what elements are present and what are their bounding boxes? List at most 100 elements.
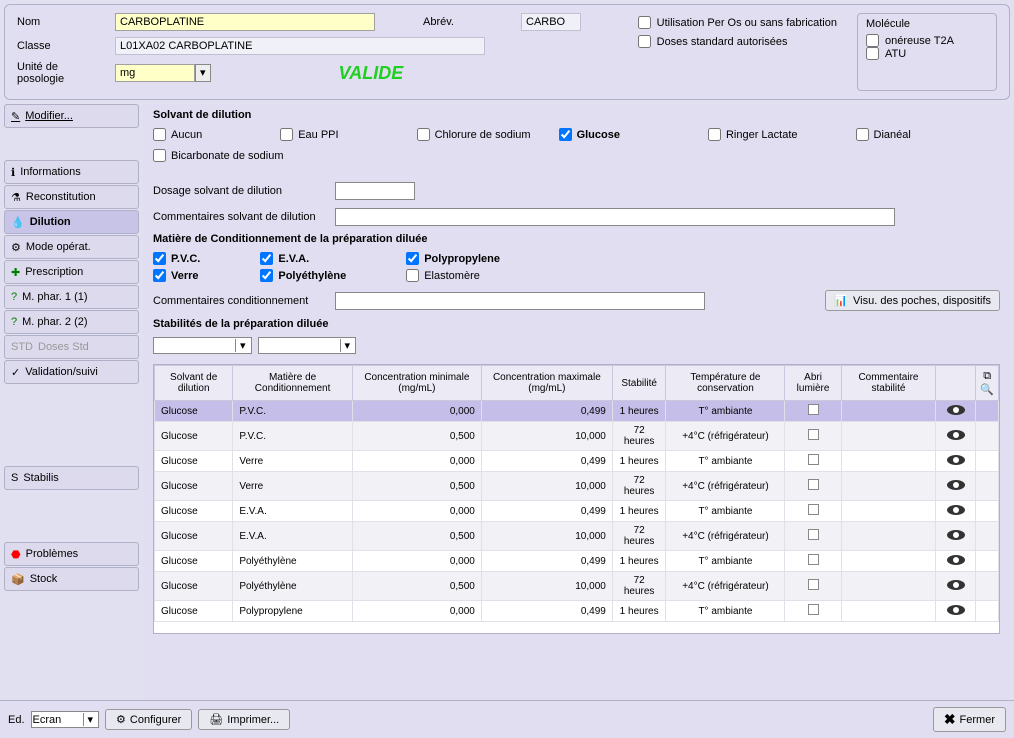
- chart-icon: 📊: [834, 294, 848, 307]
- aucun-checkbox[interactable]: [153, 128, 166, 141]
- stabilites-table: Solvant de dilution Matière de Condition…: [153, 364, 1000, 634]
- package-icon: 📦: [11, 573, 25, 586]
- sidebar-stabilis[interactable]: SStabilis: [4, 466, 139, 490]
- plus-icon: ✚: [11, 266, 20, 279]
- eye-icon: [947, 580, 965, 590]
- col-abri[interactable]: Abri lumière: [785, 366, 841, 401]
- atu-checkbox[interactable]: [866, 47, 879, 60]
- utilisation-checkbox[interactable]: [638, 16, 651, 29]
- sidebar-reconstitution[interactable]: ⚗Reconstitution: [4, 185, 139, 209]
- eau-ppi-checkbox[interactable]: [280, 128, 293, 141]
- classe-label: Classe: [17, 40, 107, 52]
- col-actions: ⧉ 🔍: [976, 366, 999, 401]
- valide-label: VALIDE: [339, 63, 404, 84]
- col-temperature[interactable]: Température de conservation: [666, 366, 785, 401]
- edit-icon: ✎: [11, 110, 20, 123]
- unite-dropdown[interactable]: ▾: [195, 64, 211, 82]
- abri-checkbox: [808, 579, 819, 590]
- dosage-input[interactable]: [335, 182, 415, 200]
- col-solvant[interactable]: Solvant de dilution: [155, 366, 233, 401]
- doses-std-checkbox[interactable]: [638, 35, 651, 48]
- dianeal-checkbox[interactable]: [856, 128, 869, 141]
- abrev-label: Abrév.: [423, 16, 513, 28]
- chevron-down-icon[interactable]: ▾: [83, 713, 98, 726]
- table-row[interactable]: Glucose E.V.A. 0,000 0,499 1 heures T° a…: [155, 501, 999, 522]
- col-matiere[interactable]: Matière de Conditionnement: [233, 366, 353, 401]
- col-cmax[interactable]: Concentration maximale (mg/mL): [481, 366, 612, 401]
- std-icon: STD: [11, 341, 33, 353]
- polypropylene-checkbox[interactable]: [406, 252, 419, 265]
- col-cmin[interactable]: Concentration minimale (mg/mL): [352, 366, 481, 401]
- ed-label: Ed.: [8, 714, 25, 726]
- abri-checkbox: [808, 404, 819, 415]
- sidebar-informations[interactable]: ℹInformations: [4, 160, 139, 184]
- sidebar-mphar2[interactable]: ?M. phar. 2 (2): [4, 310, 139, 334]
- table-row[interactable]: Glucose P.V.C. 0,000 0,499 1 heures T° a…: [155, 401, 999, 422]
- doses-std-label: Doses standard autorisées: [657, 36, 788, 48]
- sidebar-mphar1[interactable]: ?M. phar. 1 (1): [4, 285, 139, 309]
- table-row[interactable]: Glucose Polyéthylène 0,500 10,000 72 heu…: [155, 572, 999, 601]
- drop-icon: 💧: [11, 216, 25, 229]
- modifier-button[interactable]: ✎Modifier...: [4, 104, 139, 128]
- sidebar-prescription[interactable]: ✚Prescription: [4, 260, 139, 284]
- unite-label: Unité de posologie: [17, 61, 107, 85]
- ringer-checkbox[interactable]: [708, 128, 721, 141]
- eye-icon: [947, 555, 965, 565]
- eye-icon: [947, 430, 965, 440]
- copy-icon[interactable]: ⧉: [980, 370, 994, 383]
- eye-icon: [947, 480, 965, 490]
- abrev-input[interactable]: [521, 13, 581, 31]
- col-stabilite[interactable]: Stabilité: [612, 366, 666, 401]
- table-row[interactable]: Glucose E.V.A. 0,500 10,000 72 heures +4…: [155, 522, 999, 551]
- sidebar-validation[interactable]: ✓Validation/suivi: [4, 360, 139, 384]
- table-row[interactable]: Glucose Polyéthylène 0,000 0,499 1 heure…: [155, 551, 999, 572]
- polyethylene-checkbox[interactable]: [260, 269, 273, 282]
- commentaires-cond-input[interactable]: [335, 292, 705, 310]
- chevron-down-icon[interactable]: ▾: [235, 339, 250, 352]
- nom-input[interactable]: [115, 13, 375, 31]
- table-row[interactable]: Glucose Verre 0,500 10,000 72 heures +4°…: [155, 472, 999, 501]
- glucose-checkbox[interactable]: [559, 128, 572, 141]
- table-row[interactable]: Glucose P.V.C. 0,500 10,000 72 heures +4…: [155, 422, 999, 451]
- elastomere-checkbox[interactable]: [406, 269, 419, 282]
- question-icon: ?: [11, 316, 17, 328]
- visu-poches-button[interactable]: 📊Visu. des poches, dispositifs: [825, 290, 1000, 311]
- sidebar-mode-operat[interactable]: ⚙Mode opérat.: [4, 235, 139, 259]
- verre-checkbox[interactable]: [153, 269, 166, 282]
- sidebar-dilution[interactable]: 💧Dilution: [4, 210, 139, 234]
- filter2-combo[interactable]: ▾: [258, 337, 357, 354]
- sidebar-doses-std[interactable]: STDDoses Std: [4, 335, 139, 359]
- ed-combo[interactable]: ▾: [31, 711, 100, 728]
- sidebar: ✎Modifier... ℹInformations ⚗Reconstituti…: [4, 104, 139, 700]
- configurer-button[interactable]: ⚙Configurer: [105, 709, 192, 730]
- abri-checkbox: [808, 454, 819, 465]
- molecule-box: Molécule onéreuse T2A ATU: [857, 13, 997, 91]
- table-row[interactable]: Glucose Verre 0,000 0,499 1 heures T° am…: [155, 451, 999, 472]
- eye-icon: [947, 605, 965, 615]
- stabilites-title: Stabilités de la préparation diluée: [153, 315, 1000, 333]
- commentaires-solvant-input[interactable]: [335, 208, 895, 226]
- dosage-label: Dosage solvant de dilution: [153, 185, 323, 197]
- eva-checkbox[interactable]: [260, 252, 273, 265]
- eye-icon: [947, 405, 965, 415]
- chevron-down-icon[interactable]: ▾: [340, 339, 355, 352]
- pvc-checkbox[interactable]: [153, 252, 166, 265]
- col-commentaire[interactable]: Commentaire stabilité: [841, 366, 936, 401]
- sidebar-problemes[interactable]: ⬣Problèmes: [4, 542, 139, 566]
- question-icon: ?: [11, 291, 17, 303]
- unite-input[interactable]: [115, 64, 195, 82]
- check-icon: ✓: [11, 366, 20, 379]
- table-row[interactable]: Glucose Polypropylene 0,000 0,499 1 heur…: [155, 601, 999, 622]
- search-icon[interactable]: 🔍: [980, 383, 994, 396]
- abri-checkbox: [808, 554, 819, 565]
- molecule-title: Molécule: [866, 18, 988, 30]
- onereuse-checkbox[interactable]: [866, 34, 879, 47]
- imprimer-button[interactable]: 🖨Imprimer...: [198, 709, 290, 730]
- bicarbonate-checkbox[interactable]: [153, 149, 166, 162]
- classe-input[interactable]: [115, 37, 485, 55]
- fermer-button[interactable]: ✖Fermer: [933, 707, 1006, 732]
- sidebar-stock[interactable]: 📦Stock: [4, 567, 139, 591]
- filter1-combo[interactable]: ▾: [153, 337, 252, 354]
- footer: Ed. ▾ ⚙Configurer 🖨Imprimer... ✖Fermer: [0, 700, 1014, 738]
- chlorure-checkbox[interactable]: [417, 128, 430, 141]
